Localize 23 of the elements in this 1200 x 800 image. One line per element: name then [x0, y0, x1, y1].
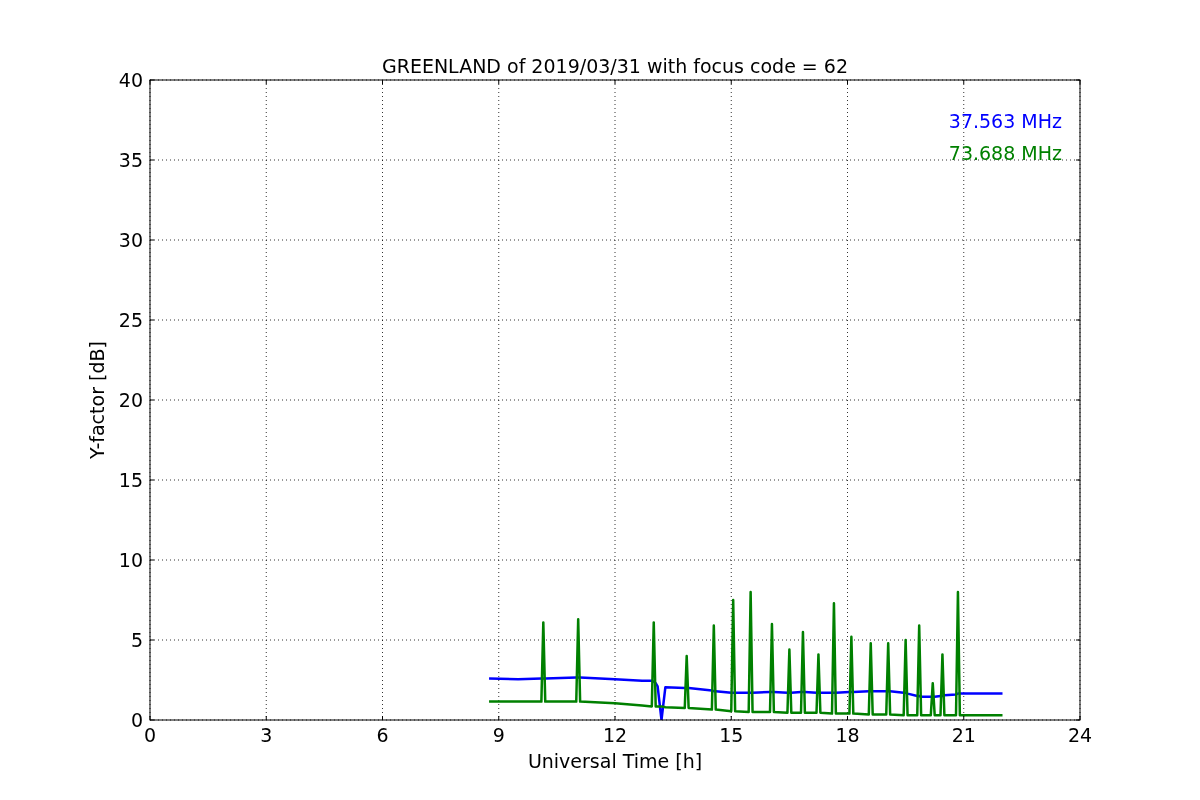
y-tick-label: 30 — [118, 229, 143, 251]
y-tick-label: 5 — [130, 629, 143, 651]
x-tick-label: 3 — [260, 724, 273, 746]
x-tick-label: 24 — [1067, 724, 1093, 746]
y-axis-label: Y-factor [dB] — [86, 341, 108, 459]
x-tick-label: 9 — [492, 724, 505, 746]
y-tick-label: 35 — [118, 149, 143, 171]
x-tick-label: 15 — [719, 724, 744, 746]
y-tick-label: 10 — [118, 549, 143, 571]
y-tick-label: 25 — [118, 309, 143, 331]
x-tick-label: 0 — [143, 724, 157, 746]
x-tick-label: 6 — [376, 724, 389, 746]
y-tick-label: 15 — [118, 469, 143, 491]
x-tick-label: 12 — [602, 724, 628, 746]
chart-title: GREENLAND of 2019/03/31 with focus code = 62 — [382, 55, 848, 77]
x-tick-label: 21 — [951, 724, 976, 746]
x-tick-label: 18 — [835, 724, 860, 746]
legend-label: 37.563 MHz — [948, 110, 1062, 132]
legend-label: 73.688 MHz — [948, 142, 1062, 164]
x-axis-label: Universal Time [h] — [527, 750, 703, 772]
y-tick-label: 40 — [118, 69, 143, 91]
y-tick-label: 0 — [130, 709, 143, 731]
y-tick-label: 20 — [118, 389, 143, 411]
